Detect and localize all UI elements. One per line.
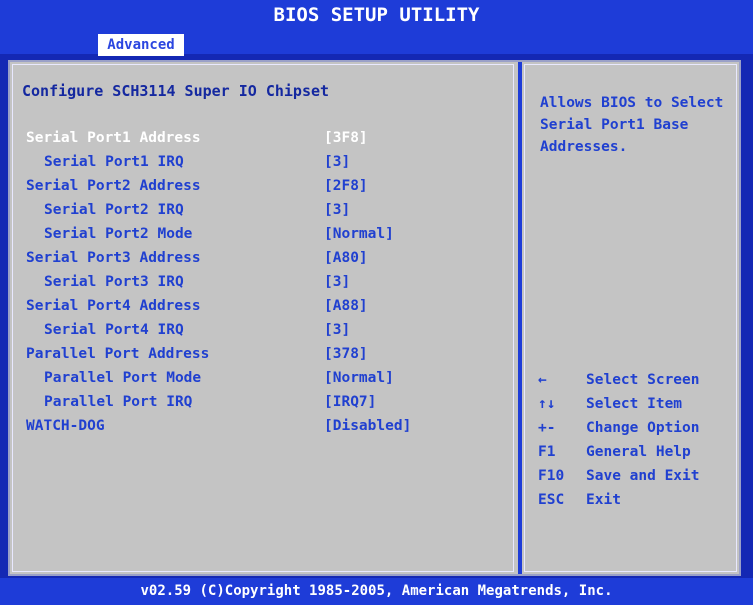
key-left-arrow: ←: [538, 372, 547, 388]
setting-label: WATCH-DOG: [26, 418, 105, 434]
key-plus-minus: +-: [538, 420, 556, 436]
key-f10: F10: [538, 468, 565, 484]
setting-value[interactable]: [3]: [324, 202, 350, 218]
setting-value[interactable]: [3F8]: [324, 130, 368, 146]
setting-value[interactable]: [Normal]: [324, 370, 394, 386]
key-description: Save and Exit: [586, 468, 700, 484]
setting-label: Serial Port2 Mode: [44, 226, 193, 242]
setting-value[interactable]: [3]: [324, 154, 350, 170]
setting-label: Serial Port4 IRQ: [44, 322, 184, 338]
key-description: Select Item: [586, 396, 683, 412]
setting-value[interactable]: [3]: [324, 322, 350, 338]
key-description: General Help: [586, 444, 691, 460]
setting-label: Serial Port2 IRQ: [44, 202, 184, 218]
setting-value[interactable]: [IRQ7]: [324, 394, 376, 410]
setting-value[interactable]: [Disabled]: [324, 418, 411, 434]
help-text: Allows BIOS to Select Serial Port1 Base …: [540, 95, 724, 155]
key-up-down-arrows: ↑↓: [538, 396, 556, 412]
window-title: BIOS SETUP UTILITY: [0, 0, 753, 34]
key-description: Select Screen: [586, 372, 700, 388]
key-f1: F1: [538, 444, 556, 460]
setting-value[interactable]: [A88]: [324, 298, 368, 314]
key-description: Change Option: [586, 420, 700, 436]
section-title: Configure SCH3114 Super IO Chipset: [22, 82, 330, 100]
setting-label: Serial Port1 Address: [26, 130, 201, 146]
setting-label: Serial Port1 IRQ: [44, 154, 184, 170]
setting-value[interactable]: [3]: [324, 274, 350, 290]
setting-label: Parallel Port Address: [26, 346, 210, 362]
key-description: Exit: [586, 492, 621, 508]
setting-value[interactable]: [Normal]: [324, 226, 394, 242]
tab-advanced[interactable]: Advanced: [98, 34, 184, 56]
setting-label: Parallel Port Mode: [44, 370, 202, 386]
setting-label: Serial Port3 IRQ: [44, 274, 184, 290]
panel-divider: [518, 62, 522, 574]
setting-label: Serial Port2 Address: [26, 178, 201, 194]
setting-value[interactable]: [2F8]: [324, 178, 368, 194]
setting-label: Serial Port4 Address: [26, 298, 201, 314]
setting-label: Parallel Port IRQ: [44, 394, 193, 410]
setting-label: Serial Port3 Address: [26, 250, 201, 266]
key-esc: ESC: [538, 492, 565, 508]
copyright-footer: v02.59 (C)Copyright 1985-2005, American …: [0, 578, 753, 605]
setting-value[interactable]: [A80]: [324, 250, 368, 266]
setting-value[interactable]: [378]: [324, 346, 368, 362]
